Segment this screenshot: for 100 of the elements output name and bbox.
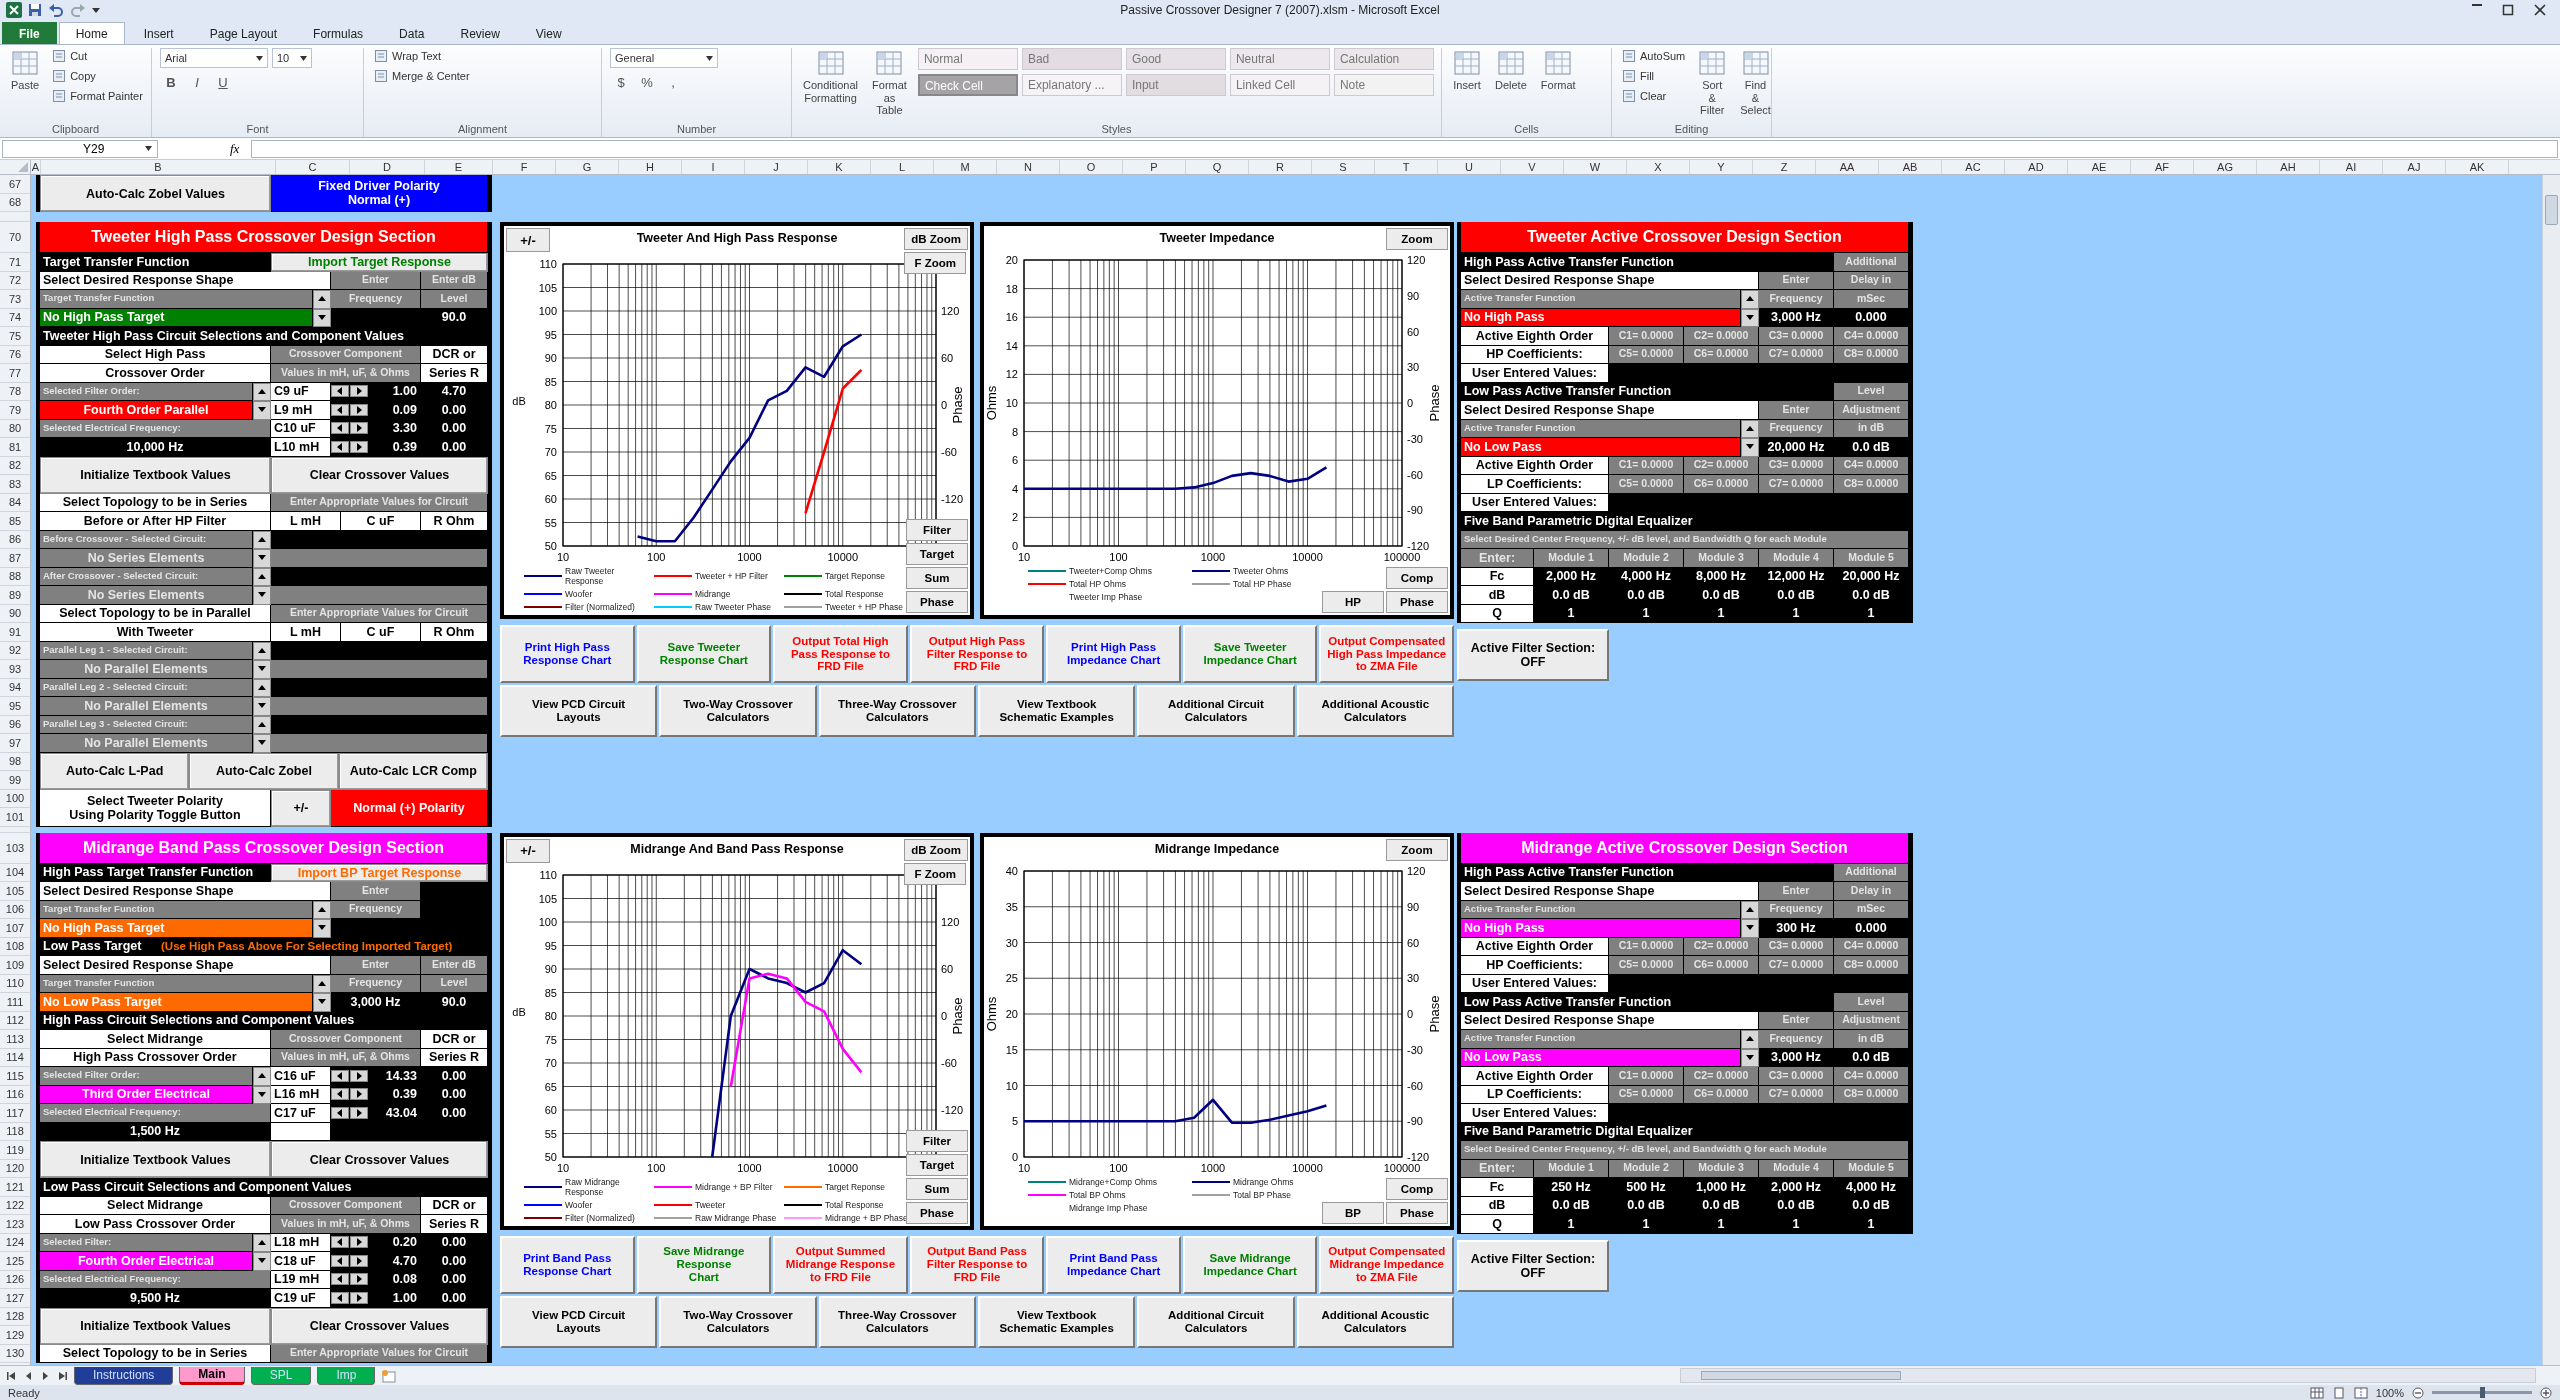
spin-up-button[interactable] <box>1741 290 1759 309</box>
increment-button[interactable] <box>350 1273 368 1286</box>
chart-button[interactable]: Filter <box>906 519 968 541</box>
column-header[interactable]: C <box>276 160 350 174</box>
decrement-button[interactable] <box>331 1069 349 1082</box>
row-header[interactable]: 99 <box>0 771 30 790</box>
row-header[interactable]: 85 <box>0 512 30 531</box>
decrement-button[interactable] <box>331 1088 349 1101</box>
spin-down-button[interactable] <box>253 660 271 679</box>
row-header[interactable]: 105 <box>0 882 30 901</box>
sheet-button[interactable]: Clear Crossover Values <box>271 1307 488 1345</box>
decrement-button[interactable] <box>331 1291 349 1304</box>
action-button[interactable]: Print Band Pass Impedance Chart <box>1046 1235 1181 1294</box>
action-button[interactable]: Three-Way Crossover Calculators <box>818 1295 976 1348</box>
toggle-button[interactable]: Active Filter Section: OFF <box>1457 629 1609 681</box>
row-header[interactable]: 88 <box>0 567 30 586</box>
chart-button[interactable]: BP <box>1322 1201 1384 1224</box>
increment-button[interactable] <box>350 1254 368 1267</box>
column-header[interactable]: AD <box>2005 160 2068 174</box>
percent-button[interactable]: % <box>636 72 658 92</box>
dropdown-field[interactable]: 10 <box>272 48 312 68</box>
row-header[interactable]: 112 <box>0 1011 30 1030</box>
decrement-button[interactable] <box>331 1236 349 1249</box>
chart-button[interactable]: Target <box>906 543 968 565</box>
selection-display[interactable]: No Low Pass <box>1461 438 1741 457</box>
italic-button[interactable]: I <box>186 72 208 92</box>
row-header[interactable]: 71 <box>0 253 30 272</box>
increment-button[interactable] <box>350 1236 368 1249</box>
action-button[interactable]: View Textbook Schematic Examples <box>978 685 1136 737</box>
row-header[interactable]: 79 <box>0 401 30 420</box>
decrement-button[interactable] <box>331 403 349 416</box>
column-header[interactable]: AE <box>2068 160 2131 174</box>
name-box[interactable]: Y29 <box>2 139 158 158</box>
spin-down-button[interactable] <box>253 586 271 605</box>
row-header[interactable]: 108 <box>0 937 30 956</box>
row-header[interactable]: 81 <box>0 438 30 457</box>
row-header[interactable]: 76 <box>0 345 30 364</box>
sheet-button[interactable]: Clear Crossover Values <box>271 1141 488 1178</box>
column-header[interactable]: AI <box>2320 160 2383 174</box>
sheet-button[interactable]: Initialize Textbook Values <box>40 1141 271 1178</box>
component-field[interactable]: C17 uF <box>271 1104 331 1123</box>
bold-button[interactable]: B <box>160 72 182 92</box>
action-button[interactable]: View PCD Circuit Layouts <box>500 685 658 737</box>
decrement-button[interactable] <box>331 440 349 453</box>
ribbon-button[interactable]: Fill <box>1620 68 1657 84</box>
row-header[interactable]: 87 <box>0 549 30 568</box>
spin-down-button[interactable] <box>1741 919 1759 938</box>
chart-button[interactable]: +/- <box>506 838 550 863</box>
action-button[interactable]: Additional Acoustic Calculators <box>1296 685 1454 737</box>
zoom-level[interactable]: 100% <box>2375 1386 2404 1399</box>
action-button[interactable]: View PCD Circuit Layouts <box>500 1295 658 1348</box>
ribbon-tab[interactable]: Insert <box>126 22 191 44</box>
chart-button[interactable]: Filter <box>906 1129 968 1152</box>
row-header[interactable]: 97 <box>0 734 30 753</box>
spin-up-button[interactable] <box>253 1067 271 1086</box>
spin-up-button[interactable] <box>1741 1030 1759 1049</box>
action-button[interactable]: Additional Acoustic Calculators <box>1296 1295 1454 1348</box>
cell-style[interactable]: Good <box>1125 48 1226 70</box>
sheet-button[interactable]: Auto-Calc LCR Comp <box>338 752 488 790</box>
action-button[interactable]: Save Tweeter Response Chart <box>636 625 772 683</box>
row-header[interactable]: 128 <box>0 1307 30 1326</box>
row-header[interactable]: 75 <box>0 327 30 346</box>
column-header[interactable]: J <box>745 160 808 174</box>
ribbon-button[interactable]: Format Painter <box>50 88 145 104</box>
row-header[interactable]: 118 <box>0 1122 30 1141</box>
spin-down-button[interactable] <box>313 993 331 1012</box>
cell-style[interactable]: Calculation <box>1333 48 1434 70</box>
ribbon-button[interactable]: Wrap Text <box>372 48 444 64</box>
row-header[interactable]: 92 <box>0 641 30 660</box>
column-header[interactable]: L <box>871 160 934 174</box>
row-header[interactable]: 95 <box>0 697 30 716</box>
action-button[interactable]: Additional Circuit Calculators <box>1137 1295 1295 1348</box>
row-header[interactable]: 100 <box>0 789 30 808</box>
row-header[interactable]: 68 <box>0 193 30 212</box>
increment-button[interactable] <box>350 1106 368 1119</box>
row-header[interactable]: 90 <box>0 604 30 623</box>
increment-button[interactable] <box>350 422 368 435</box>
ribbon-button[interactable]: Delete <box>1492 48 1530 94</box>
ribbon-button[interactable]: Copy <box>50 68 98 84</box>
row-header[interactable]: 114 <box>0 1048 30 1067</box>
column-header[interactable]: Y <box>1690 160 1753 174</box>
ribbon-button[interactable]: Cut <box>50 48 90 64</box>
selection-display[interactable]: Normal (+) Polarity <box>331 789 488 827</box>
ribbon-button[interactable]: Find & Select <box>1737 48 1774 119</box>
cell-style[interactable]: Linked Cell <box>1229 74 1330 96</box>
dropdown-field[interactable]: Arial <box>160 48 268 68</box>
row-header[interactable]: 83 <box>0 475 30 494</box>
chart-button[interactable]: Phase <box>906 1201 968 1224</box>
ribbon-tab[interactable]: Review <box>443 22 517 44</box>
sheet-button[interactable]: Initialize Textbook Values <box>40 456 271 494</box>
column-header[interactable]: H <box>619 160 682 174</box>
sheet-button[interactable]: Auto-Calc Zobel <box>189 752 339 790</box>
row-header[interactable]: 109 <box>0 956 30 975</box>
row-header[interactable]: 67 <box>0 175 30 194</box>
row-header[interactable]: 84 <box>0 493 30 512</box>
chart-button[interactable]: Comp <box>1386 567 1448 589</box>
column-header[interactable]: G <box>556 160 619 174</box>
row-header[interactable]: 130 <box>0 1344 30 1363</box>
sheet-button[interactable]: Import Target Response <box>271 253 488 272</box>
column-header[interactable]: AA <box>1816 160 1879 174</box>
